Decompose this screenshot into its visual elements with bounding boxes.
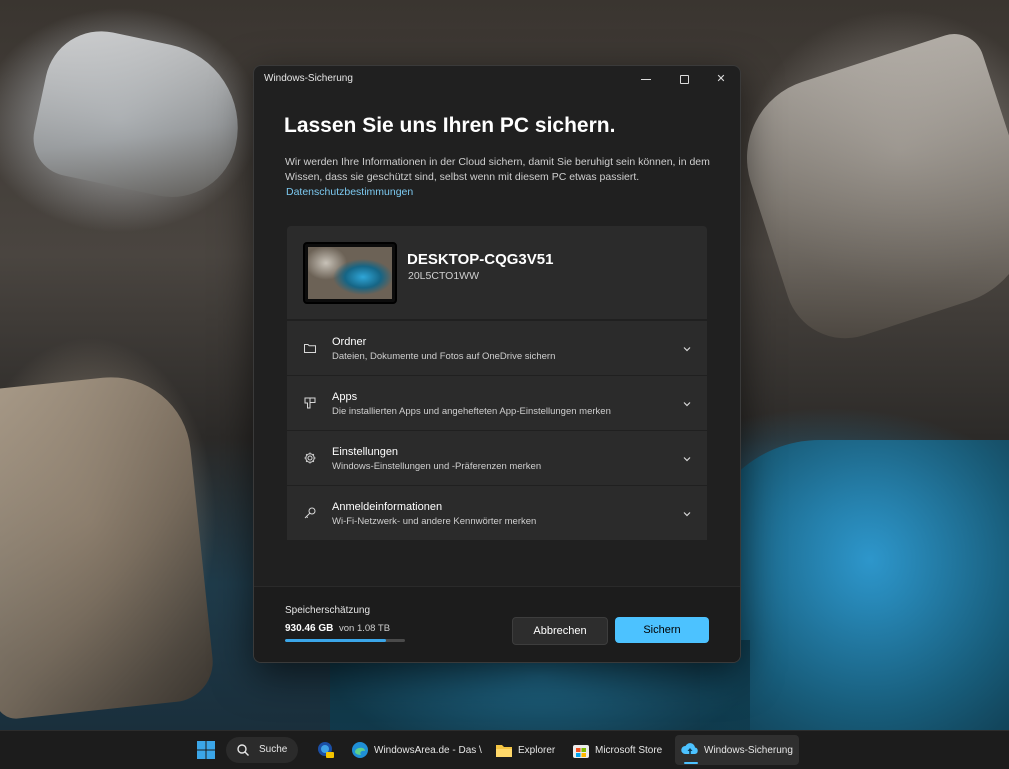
taskbar-app-photoshop[interactable] (310, 735, 340, 765)
storage-used: 930.46 GB (285, 623, 334, 634)
section-title: Einstellungen (332, 446, 399, 458)
key-icon (303, 506, 317, 520)
search-icon (236, 743, 250, 757)
section-subtitle: Windows-Einstellungen und -Präferenzen m… (332, 461, 542, 472)
search-label: Suche (259, 744, 288, 755)
storage-estimate-label: Speicherschätzung (285, 605, 371, 616)
backup-window: Windows-Sicherung ✕ Lassen Sie uns Ihren… (253, 65, 741, 663)
taskbar-app-label: Windows-Sicherung (704, 745, 793, 756)
section-apps[interactable]: Apps Die installierten Apps und angeheft… (287, 376, 707, 430)
explorer-icon (495, 741, 513, 759)
taskbar-app-label: Microsoft Store (595, 745, 663, 756)
taskbar-app-store[interactable]: Microsoft Store (566, 735, 670, 765)
section-title: Apps (332, 391, 358, 403)
start-icon (197, 741, 215, 759)
minimize-icon (641, 79, 651, 80)
chevron-down-icon (681, 452, 693, 464)
taskbar-app-label: Explorer (518, 745, 556, 756)
title-bar[interactable]: Windows-Sicherung ✕ (254, 66, 740, 92)
cancel-button[interactable]: Abbrechen (512, 617, 608, 645)
section-title: Anmeldeinformationen (332, 501, 443, 513)
close-icon: ✕ (716, 73, 726, 85)
maximize-icon (680, 75, 689, 84)
window-title: Windows-Sicherung (264, 73, 353, 84)
store-icon (572, 741, 590, 759)
wallpaper-rock (726, 26, 1009, 354)
section-credentials[interactable]: Anmeldeinformationen Wi-Fi-Netzwerk- und… (287, 486, 707, 540)
storage-progress-bar (285, 639, 405, 642)
chevron-down-icon (681, 507, 693, 519)
taskbar-search[interactable]: Suche (226, 737, 298, 763)
device-name: DESKTOP-CQG3V51 (407, 251, 554, 268)
storage-total: von 1.08 TB (339, 623, 391, 634)
wallpaper-rock (0, 369, 217, 721)
taskbar-app-label: WindowsArea.de - Das \ (374, 745, 482, 756)
start-button[interactable] (196, 740, 216, 760)
taskbar-app-backup[interactable]: Windows-Sicherung (675, 735, 799, 765)
active-app-indicator (684, 762, 698, 764)
taskbar-app-explorer[interactable]: Explorer (489, 735, 561, 765)
section-subtitle: Die installierten Apps und angehefteten … (332, 406, 611, 417)
section-settings[interactable]: Einstellungen Windows-Einstellungen und … (287, 431, 707, 485)
gear-icon (303, 451, 317, 465)
section-folders[interactable]: Ordner Dateien, Dokumente und Fotos auf … (287, 321, 707, 375)
apps-icon (303, 396, 317, 410)
minimize-button[interactable] (634, 70, 658, 88)
device-model: 20L5CTO1WW (408, 270, 479, 282)
storage-progress-fill (285, 639, 386, 642)
section-subtitle: Dateien, Dokumente und Fotos auf OneDriv… (332, 351, 556, 362)
taskbar: Suche WindowsArea.de - Das \ Explorer Mi… (0, 730, 1009, 769)
privacy-link[interactable]: Datenschutzbestimmungen (286, 186, 413, 198)
device-card: DESKTOP-CQG3V51 20L5CTO1WW (287, 226, 707, 319)
close-button[interactable]: ✕ (709, 70, 733, 88)
wallpaper-rock (26, 20, 254, 210)
maximize-button[interactable] (672, 70, 696, 88)
section-title: Ordner (332, 336, 367, 348)
section-subtitle: Wi-Fi-Netzwerk- und andere Kennwörter me… (332, 516, 537, 527)
photoshop-icon (316, 741, 334, 759)
dialog-footer: Speicherschätzung 930.46 GB von 1.08 TB … (254, 586, 740, 662)
chevron-down-icon (681, 397, 693, 409)
edge-icon (351, 741, 369, 759)
folder-icon (303, 341, 317, 355)
backup-icon (681, 741, 699, 759)
save-button[interactable]: Sichern (615, 617, 709, 643)
page-title: Lassen Sie uns Ihren PC sichern. (284, 114, 616, 137)
chevron-down-icon (681, 342, 693, 354)
device-wallpaper-preview (308, 247, 392, 299)
device-thumbnail (303, 242, 397, 304)
taskbar-app-edge[interactable]: WindowsArea.de - Das \ (345, 735, 482, 765)
page-description: Wir werden Ihre Informationen in der Clo… (285, 156, 710, 183)
